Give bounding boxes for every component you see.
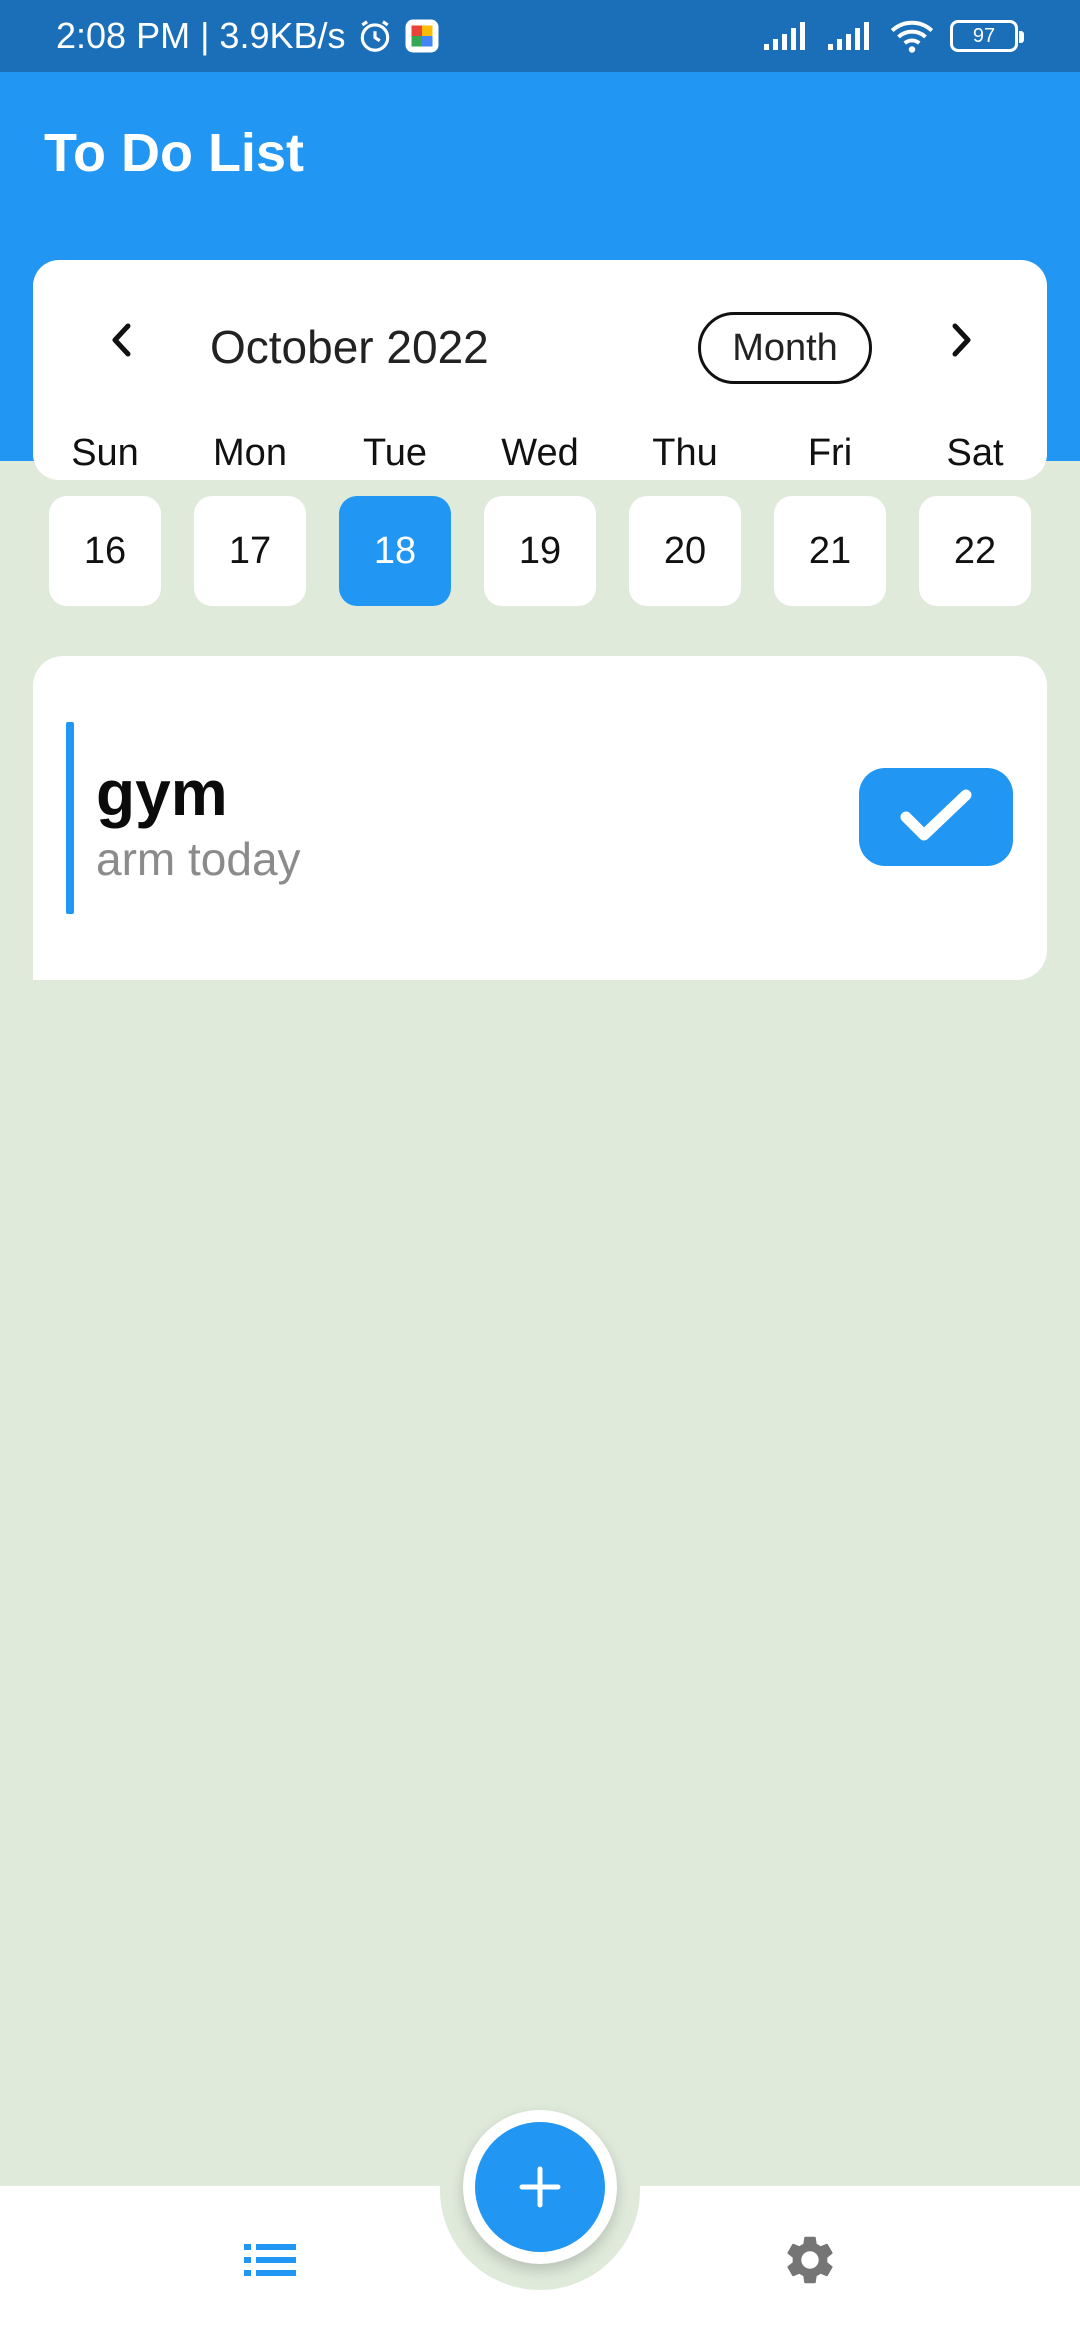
status-time: 2:08 PM | 3.9KB/s bbox=[56, 15, 346, 56]
signal-icon bbox=[762, 20, 810, 52]
weekday-label: Sat bbox=[946, 432, 1004, 474]
weekday-row: Sun Mon Tue Wed Thu Fri Sat bbox=[49, 432, 1031, 482]
weekday-label: Fri bbox=[807, 432, 853, 474]
add-task-button[interactable] bbox=[475, 2122, 605, 2252]
previous-week-button[interactable] bbox=[81, 300, 161, 380]
task-accent-bar bbox=[66, 722, 74, 914]
day-cell[interactable]: 21 bbox=[774, 496, 886, 606]
settings-icon bbox=[787, 2236, 833, 2284]
weekday-label: Sun bbox=[71, 432, 139, 474]
wifi-icon bbox=[890, 18, 934, 54]
list-icon bbox=[244, 2244, 296, 2276]
day-row: 16 17 18 19 20 21 22 bbox=[49, 496, 1031, 606]
page-title: To Do List bbox=[44, 123, 304, 183]
weekday-label: Tue bbox=[362, 432, 428, 474]
battery-icon: 97 bbox=[950, 20, 1024, 52]
view-format-button[interactable]: Month bbox=[698, 312, 872, 384]
status-left: 2:08 PM | 3.9KB/s bbox=[56, 15, 440, 57]
month-label: October 2022 bbox=[210, 321, 489, 373]
battery-level: 97 bbox=[972, 24, 996, 47]
task-card[interactable]: gym arm today bbox=[33, 656, 1047, 980]
weekday-label: Thu bbox=[652, 432, 718, 474]
calendar-header: October 2022 Month bbox=[33, 260, 1047, 436]
task-title: gym bbox=[96, 757, 228, 829]
app-screen: 2:08 PM | 3.9KB/s 97 To Do List October … bbox=[0, 0, 1080, 2340]
day-cell[interactable]: 22 bbox=[919, 496, 1031, 606]
signal-icon bbox=[826, 20, 874, 52]
day-cell[interactable]: 17 bbox=[194, 496, 306, 606]
chevron-left-icon bbox=[112, 323, 131, 357]
alarm-icon bbox=[356, 17, 394, 55]
task-complete-button[interactable] bbox=[859, 768, 1013, 866]
day-cell[interactable]: 20 bbox=[629, 496, 741, 606]
nav-tasks-button[interactable] bbox=[230, 2230, 310, 2290]
task-subtitle: arm today bbox=[96, 833, 301, 885]
day-cell[interactable]: 19 bbox=[484, 496, 596, 606]
add-icon bbox=[519, 2166, 561, 2208]
status-bar: 2:08 PM | 3.9KB/s 97 bbox=[0, 0, 1080, 72]
check-icon bbox=[900, 789, 972, 841]
day-cell[interactable]: 16 bbox=[49, 496, 161, 606]
nav-settings-button[interactable] bbox=[770, 2230, 850, 2290]
weekday-label: Mon bbox=[213, 432, 287, 474]
weekday-label: Wed bbox=[501, 432, 579, 474]
chevron-right-icon bbox=[952, 323, 971, 357]
app-notification-icon bbox=[404, 18, 440, 54]
day-cell-selected[interactable]: 18 bbox=[339, 496, 451, 606]
status-right: 97 bbox=[762, 18, 1024, 54]
next-week-button[interactable] bbox=[922, 300, 1002, 380]
